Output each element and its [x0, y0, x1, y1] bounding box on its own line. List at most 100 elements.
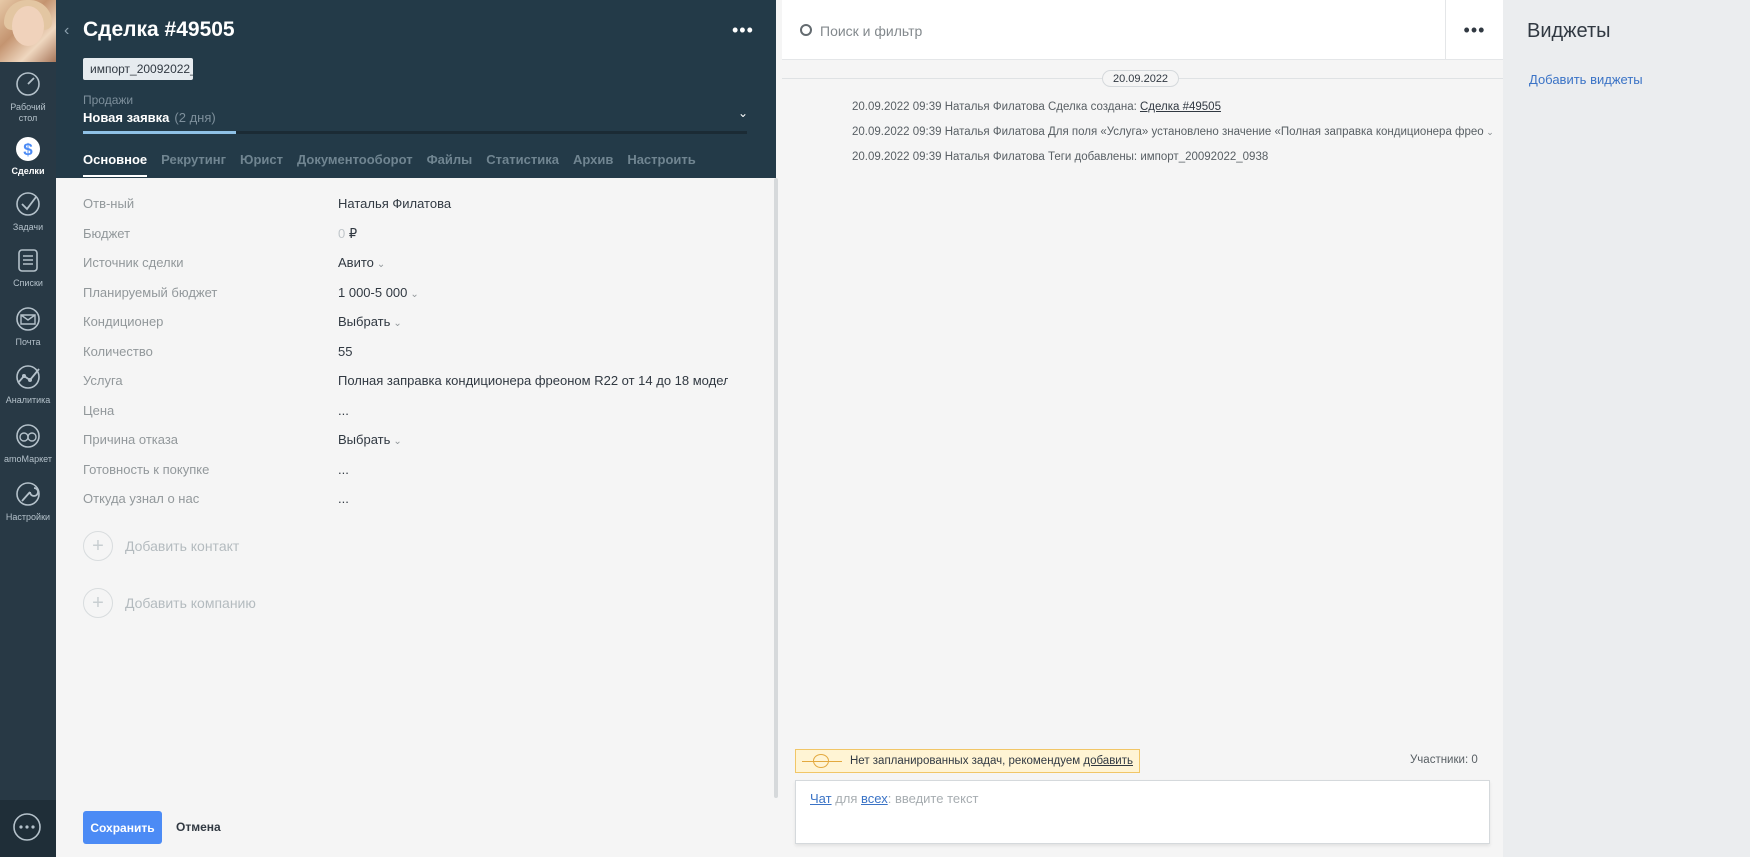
- fields-list: Отв-ный Наталья Филатова Бюджет 0 ₽ Источник…: [83, 196, 753, 521]
- chat-input[interactable]: Чат для всех: введите текст: [795, 780, 1490, 844]
- chat-placeholder: : введите текст: [887, 791, 979, 806]
- nav-item[interactable]: Задачи: [0, 190, 56, 233]
- field-value[interactable]: Наталья Филатова: [338, 196, 728, 211]
- user-avatar[interactable]: [0, 0, 56, 62]
- save-button[interactable]: Сохранить: [83, 811, 162, 844]
- field-value-text: 55: [338, 343, 353, 359]
- field-value[interactable]: 55: [338, 344, 728, 359]
- feed-panel: Поиск и фильтр ••• 20.09.2022 20.09.2022…: [782, 0, 1503, 857]
- card-scrollbar[interactable]: [774, 178, 778, 798]
- event-text: 20.09.2022 09:39 Наталья Филатова Сделка…: [852, 101, 1140, 113]
- tab[interactable]: Основное: [83, 152, 148, 177]
- field-row: Откуда узнал о нас...: [83, 491, 753, 521]
- tab[interactable]: Архив: [573, 152, 613, 177]
- tag-chip[interactable]: импорт_20092022_0938: [83, 58, 193, 80]
- widgets-title: Виджеты: [1527, 20, 1611, 42]
- add-task-link[interactable]: добавить: [1083, 755, 1133, 767]
- field-value[interactable]: Выбрать ⌄: [338, 314, 728, 329]
- market-icon: [14, 422, 42, 450]
- widgets-panel: Виджеты Добавить виджеты: [1503, 0, 1750, 857]
- field-value[interactable]: Полная заправка кондиционера фреоном R22…: [338, 373, 728, 388]
- chevron-down-icon: ⌄: [393, 318, 402, 329]
- nav-item-label: Аналитика: [5, 395, 51, 405]
- search-input[interactable]: Поиск и фильтр: [820, 23, 922, 39]
- nav-item[interactable]: Рабочий стол: [0, 70, 56, 124]
- nav-item[interactable]: amoМаркет: [0, 422, 56, 465]
- add-widgets-link[interactable]: Добавить виджеты: [1529, 72, 1643, 87]
- participants-count[interactable]: Участники: 0: [1410, 754, 1478, 766]
- field-row: Кондиционер Выбрать ⌄: [83, 314, 753, 344]
- stage-selector[interactable]: Новая заявка (2 дня): [83, 110, 216, 125]
- field-row: Причина отказа Выбрать ⌄: [83, 432, 753, 462]
- field-value[interactable]: Авито ⌄: [338, 255, 728, 270]
- deal-title[interactable]: Сделка #49505: [83, 18, 235, 42]
- stage-name: Новая заявка: [83, 110, 170, 125]
- stage-days: (2 дня): [174, 110, 216, 125]
- tab[interactable]: Файлы: [427, 152, 473, 177]
- plus-icon: +: [83, 531, 113, 561]
- chevron-down-icon: ⌄: [393, 436, 402, 447]
- field-value[interactable]: 0 ₽: [338, 226, 728, 242]
- tab[interactable]: Настроить: [627, 152, 695, 177]
- no-tasks-notice: Нет запланированных задач, рекомендуем д…: [795, 749, 1140, 773]
- expand-chevron-icon[interactable]: ⌄: [1484, 127, 1494, 137]
- chat-button[interactable]: [0, 800, 56, 857]
- chat-type-link[interactable]: Чат: [810, 791, 832, 806]
- add-contact-label: Добавить контакт: [125, 538, 240, 554]
- tab[interactable]: Юрист: [240, 152, 283, 177]
- field-label: Бюджет: [83, 225, 131, 241]
- field-label: Планируемый бюджет: [83, 284, 218, 300]
- field-value-text: ...: [338, 402, 349, 418]
- field-value[interactable]: Выбрать ⌄: [338, 432, 728, 447]
- feed-event: 20.09.2022 09:39 Наталья Филатова Теги д…: [852, 151, 1494, 176]
- field-row: Планируемый бюджет 1 000-5 000 ⌄: [83, 285, 753, 315]
- add-contact-button[interactable]: + Добавить контакт: [83, 531, 239, 561]
- field-label: Услуга: [83, 373, 123, 388]
- field-value-text: ...: [338, 461, 349, 477]
- field-value-text: Выбрать: [338, 432, 391, 447]
- back-arrow-icon[interactable]: ‹: [64, 22, 69, 40]
- nav-item[interactable]: Настройки: [0, 480, 56, 523]
- field-value[interactable]: ...: [338, 403, 728, 418]
- add-company-button[interactable]: + Добавить компанию: [83, 588, 256, 618]
- field-label: Кондиционер: [83, 314, 164, 329]
- tab[interactable]: Документооборот: [297, 152, 413, 177]
- nav-item[interactable]: Аналитика: [0, 363, 56, 406]
- notice-text: Нет запланированных задач, рекомендуем: [850, 755, 1084, 767]
- event-link[interactable]: Сделка #49505: [1140, 101, 1221, 113]
- deals-icon: $: [14, 134, 42, 162]
- chat-mid: для: [831, 791, 862, 806]
- feed-more-icon[interactable]: •••: [1445, 0, 1503, 60]
- tab[interactable]: Рекрутинг: [161, 152, 226, 177]
- deal-card: ‹ Сделка #49505 ••• импорт_20092022_0938…: [56, 0, 776, 857]
- field-value-text: Полная заправка кондиционера фреоном R22…: [338, 373, 728, 388]
- field-value-text: ...: [338, 491, 349, 506]
- nav-item-label: amoМаркет: [4, 454, 52, 464]
- progress-fill: [83, 131, 236, 134]
- nav-item[interactable]: $ Сделки: [0, 134, 56, 177]
- nav-item[interactable]: Почта: [0, 305, 56, 348]
- field-value[interactable]: ...: [338, 491, 728, 506]
- field-value[interactable]: 1 000-5 000 ⌄: [338, 285, 728, 300]
- chevron-down-icon: ⌄: [376, 259, 386, 270]
- more-options-icon[interactable]: •••: [732, 20, 754, 41]
- nav-item-label: Рабочий стол: [10, 102, 46, 123]
- event-list: 20.09.2022 09:39 Наталья Филатова Сделка…: [852, 101, 1494, 176]
- avatar-face: [12, 6, 44, 46]
- add-company-label: Добавить компанию: [125, 595, 256, 611]
- nav-item-label: Списки: [13, 278, 43, 288]
- tab[interactable]: Статистика: [486, 152, 559, 177]
- field-label: Откуда узнал о нас: [83, 491, 200, 506]
- chevron-down-icon[interactable]: ⌄: [738, 106, 748, 120]
- nav-item[interactable]: Списки: [0, 246, 56, 289]
- search-bar[interactable]: Поиск и фильтр •••: [782, 0, 1503, 60]
- field-value[interactable]: ...: [338, 462, 728, 477]
- plus-icon: +: [83, 588, 113, 618]
- chat-recipients-link[interactable]: всех: [861, 791, 888, 806]
- field-value-text: Выбрать: [338, 314, 391, 329]
- field-row: Услуга Полная заправка кондиционера фреон…: [83, 373, 753, 403]
- clock-icon: [813, 754, 829, 768]
- field-label: Количество: [83, 343, 153, 359]
- cancel-button[interactable]: Отмена: [176, 820, 221, 834]
- currency-suffix: ₽: [345, 225, 358, 241]
